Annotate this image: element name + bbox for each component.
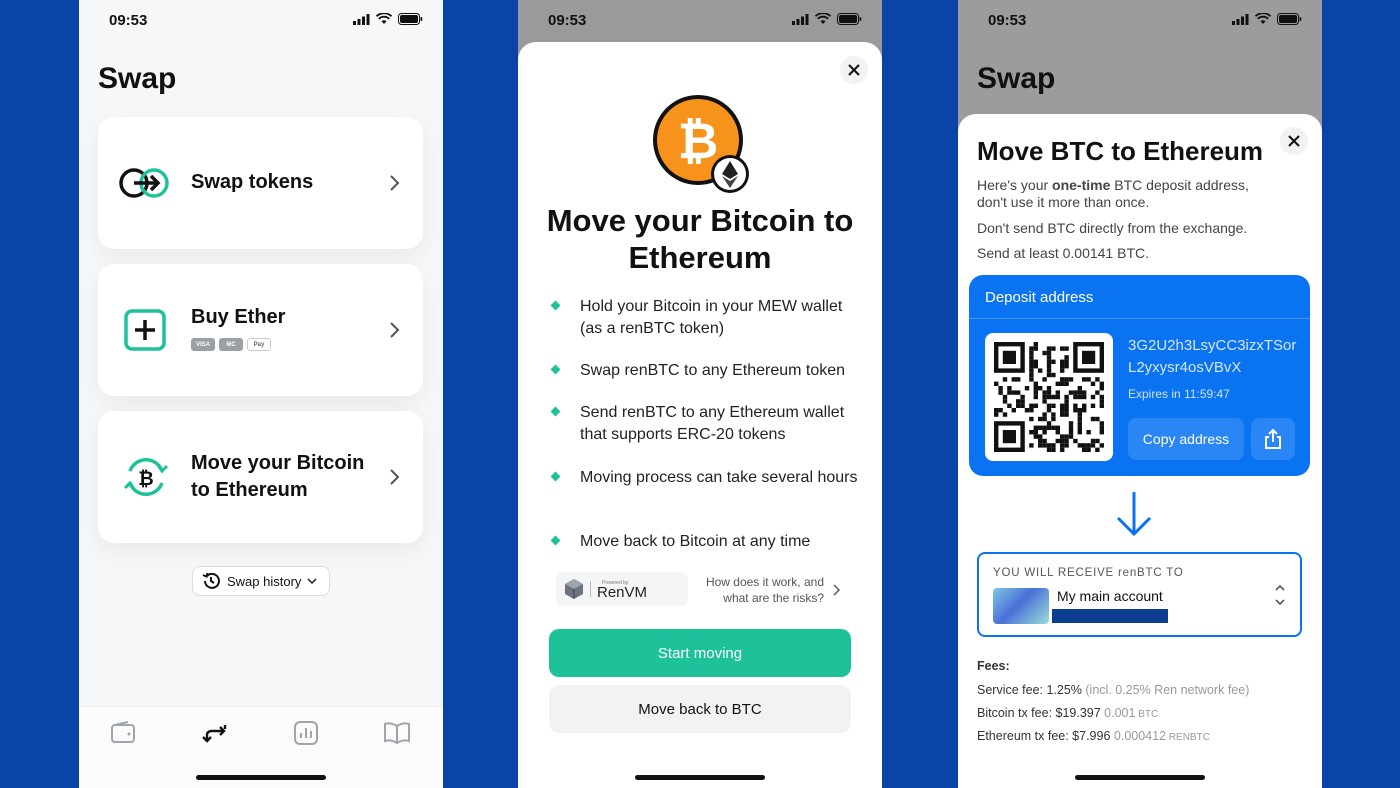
- chart-icon[interactable]: [292, 719, 320, 747]
- list-item: Move back to Bitcoin at any time: [548, 531, 858, 553]
- chevron-down-icon: [307, 578, 317, 585]
- chevron-right-icon: [390, 175, 400, 191]
- bitcoin-ethereum-logo: ₿: [653, 95, 749, 193]
- service-fee: Service fee: 1.25% (incl. 0.25% Ren netw…: [977, 683, 1250, 697]
- wifi-icon: [815, 13, 831, 24]
- list-item: Send renBTC to any Ethereum wallet that …: [548, 402, 858, 446]
- plus-square-icon: [124, 309, 166, 351]
- deposit-address-card: Deposit address 3G2U2h3LsyCC3izxTSorL2yx…: [969, 275, 1310, 476]
- receive-account-selector[interactable]: YOU WILL RECEIVE renBTC TO My main accou…: [977, 552, 1302, 637]
- swap-history-label: Swap history: [227, 573, 302, 589]
- book-icon[interactable]: [383, 719, 411, 747]
- home-indicator: [1075, 775, 1205, 780]
- buy-ether-card[interactable]: Buy Ether VISA MC Pay: [98, 264, 423, 396]
- status-time: 09:53: [109, 12, 148, 29]
- renvm-logo-icon: [565, 579, 583, 599]
- apple-pay-badge: Pay: [247, 338, 271, 351]
- payment-badges: VISA MC Pay: [191, 338, 271, 351]
- chevron-right-icon: [833, 584, 840, 596]
- swap-screen: 09:53 Swap Swap tokens Buy Ether VISA MC…: [79, 0, 443, 788]
- status-time: 09:53: [548, 12, 587, 29]
- powered-by-label: Powered by: [602, 580, 629, 586]
- deposit-address[interactable]: 3G2U2h3LsyCC3izxTSorL2yxysr4osVBvX: [1128, 335, 1303, 379]
- signal-icon: [353, 13, 370, 25]
- signal-icon: [1232, 13, 1249, 25]
- visa-badge: VISA: [191, 338, 215, 351]
- list-item: Hold your Bitcoin in your MEW wallet (as…: [548, 296, 858, 340]
- status-bar: 09:53: [79, 0, 443, 40]
- qr-code: [985, 333, 1113, 461]
- card-label-line2: to Ethereum: [191, 479, 308, 501]
- svg-text:₿: ₿: [678, 112, 719, 170]
- close-button[interactable]: [840, 56, 868, 84]
- start-moving-button[interactable]: Start moving: [549, 629, 851, 677]
- close-button[interactable]: [1280, 127, 1308, 155]
- account-name: My main account: [1057, 588, 1163, 604]
- battery-icon: [1277, 13, 1302, 25]
- page-heading: Move your Bitcoin to Ethereum: [546, 203, 854, 275]
- renvm-badge[interactable]: Powered by RenVM: [556, 572, 688, 606]
- swap-icon[interactable]: [202, 719, 230, 747]
- wallet-icon[interactable]: [109, 719, 137, 747]
- page-heading: Move BTC to Ethereum: [977, 136, 1264, 166]
- expiry-timer: Expires in 11:59:47: [1128, 387, 1230, 401]
- wifi-icon: [1255, 13, 1271, 24]
- renvm-label: RenVM: [597, 583, 648, 601]
- close-icon: [848, 64, 860, 76]
- mastercard-badge: MC: [219, 338, 243, 351]
- ethereum-tx-fee: Ethereum tx fee: $7.996 0.000412 RENBTC: [977, 729, 1210, 743]
- chevron-right-icon: [390, 469, 400, 485]
- home-indicator: [196, 775, 326, 780]
- status-bar: 09:53: [518, 0, 882, 40]
- account-avatar: [993, 588, 1049, 624]
- bottom-sheet: Move BTC to Ethereum Here's your one-tim…: [958, 114, 1322, 788]
- move-back-button[interactable]: Move back to BTC: [549, 685, 851, 733]
- deposit-screen: 09:53 Swap Move BTC to Ethereum Here's y…: [958, 0, 1322, 788]
- share-button[interactable]: [1251, 418, 1295, 460]
- svg-text:₿: ₿: [138, 468, 153, 490]
- background-title: Swap: [977, 62, 1056, 95]
- battery-icon: [837, 13, 862, 25]
- how-it-works-link[interactable]: How does it work, and what are the risks…: [674, 574, 824, 606]
- page-title: Swap: [98, 62, 177, 95]
- swap-tokens-icon: [119, 168, 169, 198]
- deposit-title: Deposit address: [985, 289, 1094, 306]
- home-indicator: [635, 775, 765, 780]
- share-icon: [1265, 428, 1281, 449]
- card-label: Buy Ether: [191, 306, 286, 328]
- swap-history-button[interactable]: Swap history: [192, 566, 330, 596]
- status-bar: 09:53: [958, 0, 1322, 40]
- description-one-time: Here's your one-time BTC deposit address…: [977, 177, 1249, 210]
- arrow-down-icon: [1116, 492, 1152, 537]
- redacted-address: [1052, 609, 1168, 623]
- battery-icon: [398, 13, 423, 25]
- description-minimum: Send at least 0.00141 BTC.: [977, 245, 1149, 261]
- history-icon: [202, 572, 220, 589]
- move-bitcoin-screen: 09:53 ₿ Move your Bitcoin to Ethereum Ho…: [518, 0, 882, 788]
- chevron-updown-icon: [1275, 584, 1285, 606]
- signal-icon: [792, 13, 809, 25]
- qr-code-image: [994, 342, 1104, 452]
- description-exchange-warning: Don't send BTC directly from the exchang…: [977, 220, 1248, 236]
- bottom-sheet: ₿ Move your Bitcoin to Ethereum Hold you…: [518, 42, 882, 788]
- status-time: 09:53: [988, 12, 1027, 29]
- card-label: Swap tokens: [191, 171, 314, 193]
- copy-address-button[interactable]: Copy address: [1128, 418, 1244, 460]
- close-icon: [1288, 135, 1300, 147]
- wifi-icon: [376, 13, 392, 24]
- card-label-line1: Move your Bitcoin: [191, 452, 365, 474]
- list-item: Swap renBTC to any Ethereum token: [548, 360, 858, 382]
- bitcoin-tx-fee: Bitcoin tx fee: $19.397 0.001 BTC: [977, 706, 1159, 720]
- chevron-right-icon: [390, 322, 400, 338]
- list-item: Moving process can take several hours: [548, 467, 858, 489]
- swap-tokens-card[interactable]: Swap tokens: [98, 117, 423, 249]
- move-bitcoin-card[interactable]: ₿ Move your Bitcoin to Ethereum: [98, 411, 423, 543]
- bitcoin-cycle-icon: ₿: [123, 458, 169, 496]
- receive-label: YOU WILL RECEIVE renBTC TO: [993, 567, 1184, 579]
- fees-title: Fees:: [977, 659, 1010, 673]
